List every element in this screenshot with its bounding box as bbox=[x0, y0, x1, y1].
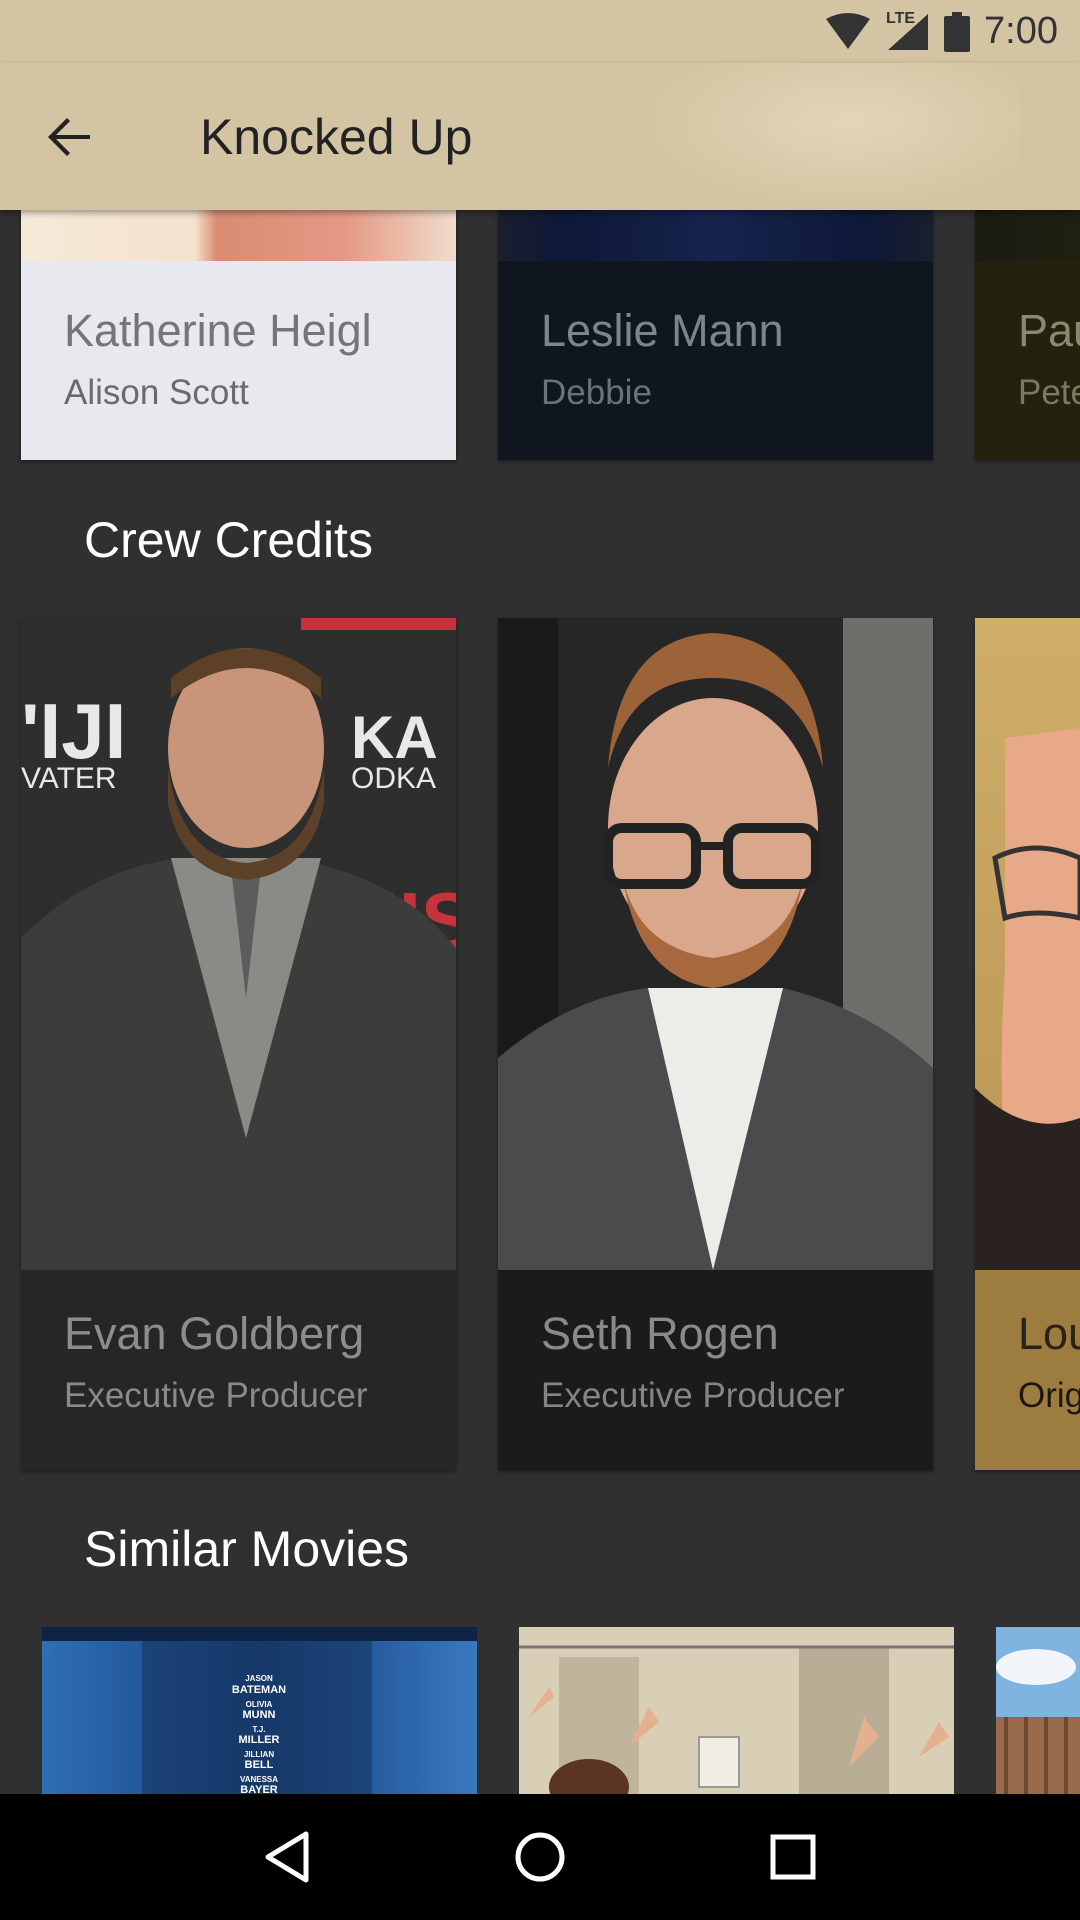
nav-back-button[interactable] bbox=[242, 1812, 332, 1902]
poster-credit: MILLER bbox=[239, 1734, 280, 1746]
nav-recents-button[interactable] bbox=[748, 1812, 838, 1902]
poster-credit: MUNN bbox=[243, 1709, 276, 1721]
cast-name: Pau bbox=[1018, 305, 1080, 356]
poster-credit: JILLIAN bbox=[244, 1750, 274, 1759]
crew-card[interactable]: Seth Rogen Executive Producer bbox=[498, 618, 933, 1470]
crew-role: Executive Producer bbox=[541, 1376, 845, 1415]
svg-text:VATER: VATER bbox=[21, 762, 117, 795]
poster-credit: T.J. bbox=[253, 1725, 266, 1734]
cast-card[interactable]: Katherine Heigl Alison Scott bbox=[21, 210, 456, 460]
cast-name: Katherine Heigl bbox=[64, 305, 372, 356]
crew-name: Seth Rogen bbox=[541, 1308, 779, 1359]
similar-movies-heading: Similar Movies bbox=[84, 1521, 410, 1577]
page-title: Knocked Up bbox=[200, 109, 473, 165]
clock: 7:00 bbox=[984, 10, 1058, 52]
cast-photo bbox=[21, 210, 456, 261]
svg-text:ODKA: ODKA bbox=[351, 762, 436, 795]
cast-role: Alison Scott bbox=[64, 373, 249, 412]
movie-poster-image bbox=[519, 1627, 954, 1794]
cast-name: Leslie Mann bbox=[541, 305, 784, 356]
svg-text:KA: KA bbox=[351, 704, 438, 771]
crew-card[interactable]: Lou Orig bbox=[975, 618, 1080, 1470]
cast-role: Debbie bbox=[541, 373, 652, 412]
poster-credit: JASON bbox=[245, 1674, 273, 1683]
cast-card[interactable]: Leslie Mann Debbie bbox=[498, 210, 933, 460]
cast-card[interactable]: Pau Pete bbox=[975, 210, 1080, 460]
movie-poster-card[interactable] bbox=[996, 1627, 1080, 1794]
network-type-label: LTE bbox=[886, 9, 916, 27]
wifi-icon bbox=[824, 12, 872, 51]
toolbar-backdrop-image bbox=[640, 63, 1020, 210]
system-navigation-bar bbox=[0, 1794, 1080, 1920]
poster-credit: BELL bbox=[245, 1759, 274, 1771]
crew-photo bbox=[498, 618, 933, 1270]
back-arrow-icon bbox=[48, 118, 90, 156]
crew-role: Orig bbox=[1018, 1376, 1080, 1415]
crew-photo bbox=[975, 618, 1080, 1270]
nav-home-button[interactable] bbox=[495, 1812, 585, 1902]
cast-role: Pete bbox=[1018, 373, 1080, 412]
poster-credit: BAYER bbox=[240, 1784, 278, 1794]
crew-card[interactable]: 'IJI VATER KA ODKA HIS Evan Goldberg Exe… bbox=[21, 618, 456, 1470]
crew-role: Executive Producer bbox=[64, 1376, 368, 1415]
movie-poster-card[interactable] bbox=[519, 1627, 954, 1794]
back-button[interactable] bbox=[40, 107, 100, 167]
status-bar: LTE 7:00 bbox=[0, 0, 1080, 63]
movie-poster-image bbox=[996, 1627, 1080, 1794]
crew-photo: 'IJI VATER KA ODKA HIS bbox=[21, 618, 456, 1270]
crew-name: Lou bbox=[1018, 1308, 1080, 1359]
battery-icon bbox=[944, 11, 971, 52]
movie-detail-content[interactable]: Katherine Heigl Alison Scott Leslie Mann… bbox=[0, 63, 1080, 1794]
crew-credits-heading: Crew Credits bbox=[84, 512, 373, 568]
nav-home-icon bbox=[515, 1832, 565, 1882]
poster-credit: VANESSA bbox=[240, 1775, 278, 1784]
signal-icon: LTE bbox=[886, 9, 930, 52]
movie-poster-image: JASON BATEMAN OLIVIA MUNN T.J. MILLER JI… bbox=[42, 1627, 477, 1794]
poster-credit: OLIVIA bbox=[246, 1700, 273, 1709]
nav-recents-icon bbox=[770, 1834, 816, 1880]
poster-credit: BATEMAN bbox=[232, 1684, 286, 1696]
cast-photo bbox=[498, 210, 933, 261]
cast-photo bbox=[975, 210, 1080, 261]
crew-name: Evan Goldberg bbox=[64, 1308, 365, 1359]
nav-back-icon bbox=[265, 1831, 309, 1883]
movie-poster-card[interactable]: JASON BATEMAN OLIVIA MUNN T.J. MILLER JI… bbox=[42, 1627, 477, 1794]
toolbar: Knocked Up bbox=[0, 63, 1080, 210]
